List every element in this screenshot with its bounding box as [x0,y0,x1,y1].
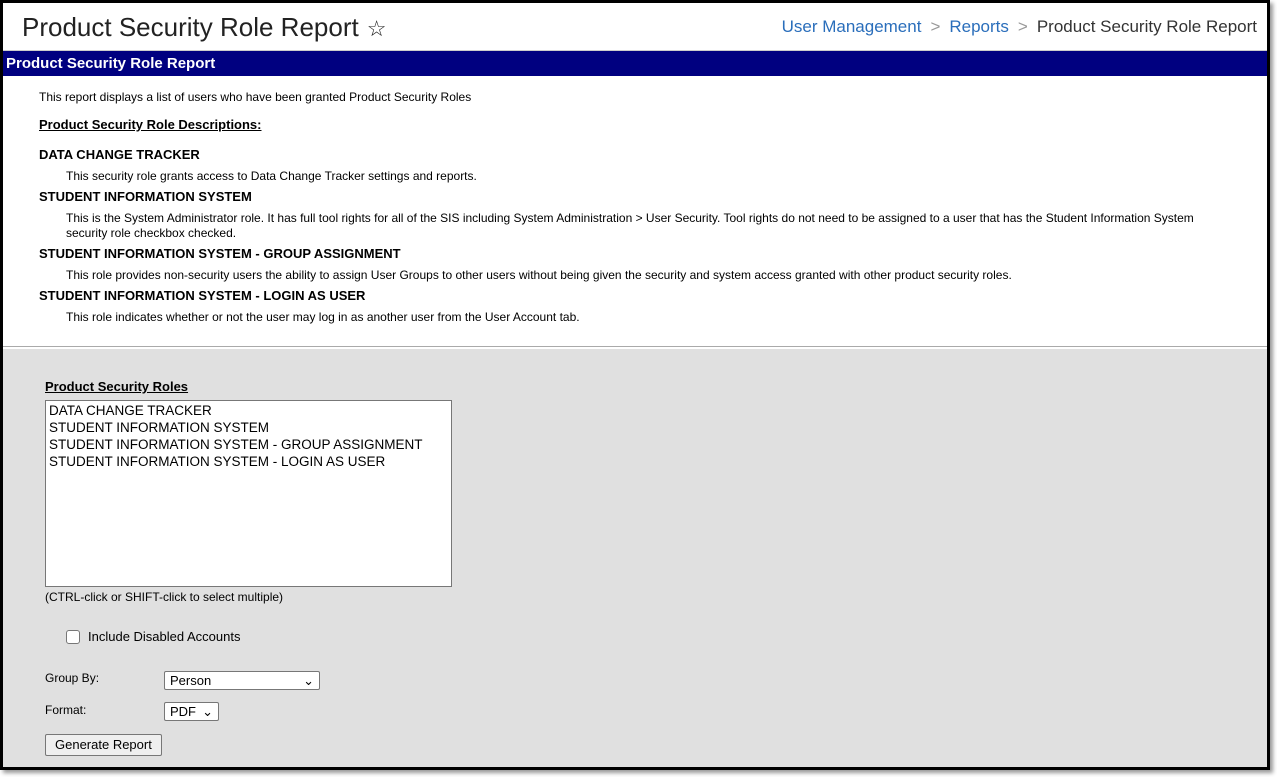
group-by-label: Group By: [45,671,100,685]
format-select[interactable]: PDF ⌄ [164,702,219,721]
window: Product Security Role Report ☆ User Manag… [0,0,1270,770]
multi-select-hint: (CTRL-click or SHIFT-click to select mul… [45,590,284,604]
chevron-down-icon: ⌄ [202,703,213,719]
generate-report-button[interactable]: Generate Report [45,734,162,756]
breadcrumb-user-management[interactable]: User Management [782,17,922,36]
group-by-select[interactable]: Person ⌄ [164,671,320,690]
role-desc: This security role grants access to Data… [66,169,477,183]
role-desc: This role provides non-security users th… [66,268,1012,282]
description-panel: This report displays a list of users who… [3,76,1267,347]
format-label: Format: [45,703,87,717]
page-title: Product Security Role Report ☆ [22,12,387,42]
role-name: STUDENT INFORMATION SYSTEM [39,189,252,204]
breadcrumb: User Management > Reports > Product Security… [782,17,1257,37]
list-item[interactable]: STUDENT INFORMATION SYSTEM - LOGIN AS US… [49,453,448,470]
star-icon[interactable]: ☆ [367,16,387,41]
chevron-down-icon: ⌄ [303,672,314,688]
include-disabled-label: Include Disabled Accounts [88,629,241,644]
chevron-right-icon: > [930,17,941,36]
intro-text: This report displays a list of users who… [39,90,472,104]
roles-label: Product Security Roles [45,379,189,394]
role-desc: This is the System Administrator role. I… [66,211,1194,240]
breadcrumb-reports[interactable]: Reports [949,17,1009,36]
role-name: DATA CHANGE TRACKER [39,147,200,162]
chevron-right-icon: > [1017,17,1028,36]
report-form: Product Security Roles DATA CHANGE TRACK… [3,349,1267,767]
list-item[interactable]: STUDENT INFORMATION SYSTEM [49,419,448,436]
breadcrumb-current: Product Security Role Report [1036,17,1257,36]
list-item[interactable]: DATA CHANGE TRACKER [49,402,448,419]
roles-listbox[interactable]: DATA CHANGE TRACKER STUDENT INFORMATION … [45,400,452,587]
section-title: Product Security Role Report [3,51,1267,76]
include-disabled-checkbox[interactable]: Include Disabled Accounts [66,629,240,644]
list-item[interactable]: STUDENT INFORMATION SYSTEM - GROUP ASSIG… [49,436,448,453]
descriptions-heading: Product Security Role Descriptions: [39,117,262,132]
role-name: STUDENT INFORMATION SYSTEM - GROUP ASSIG… [39,246,401,261]
checkbox[interactable] [66,629,80,644]
page-header: Product Security Role Report ☆ User Manag… [3,3,1267,51]
role-desc: This role indicates whether or not the u… [66,310,580,324]
role-name: STUDENT INFORMATION SYSTEM - LOGIN AS US… [39,288,366,303]
